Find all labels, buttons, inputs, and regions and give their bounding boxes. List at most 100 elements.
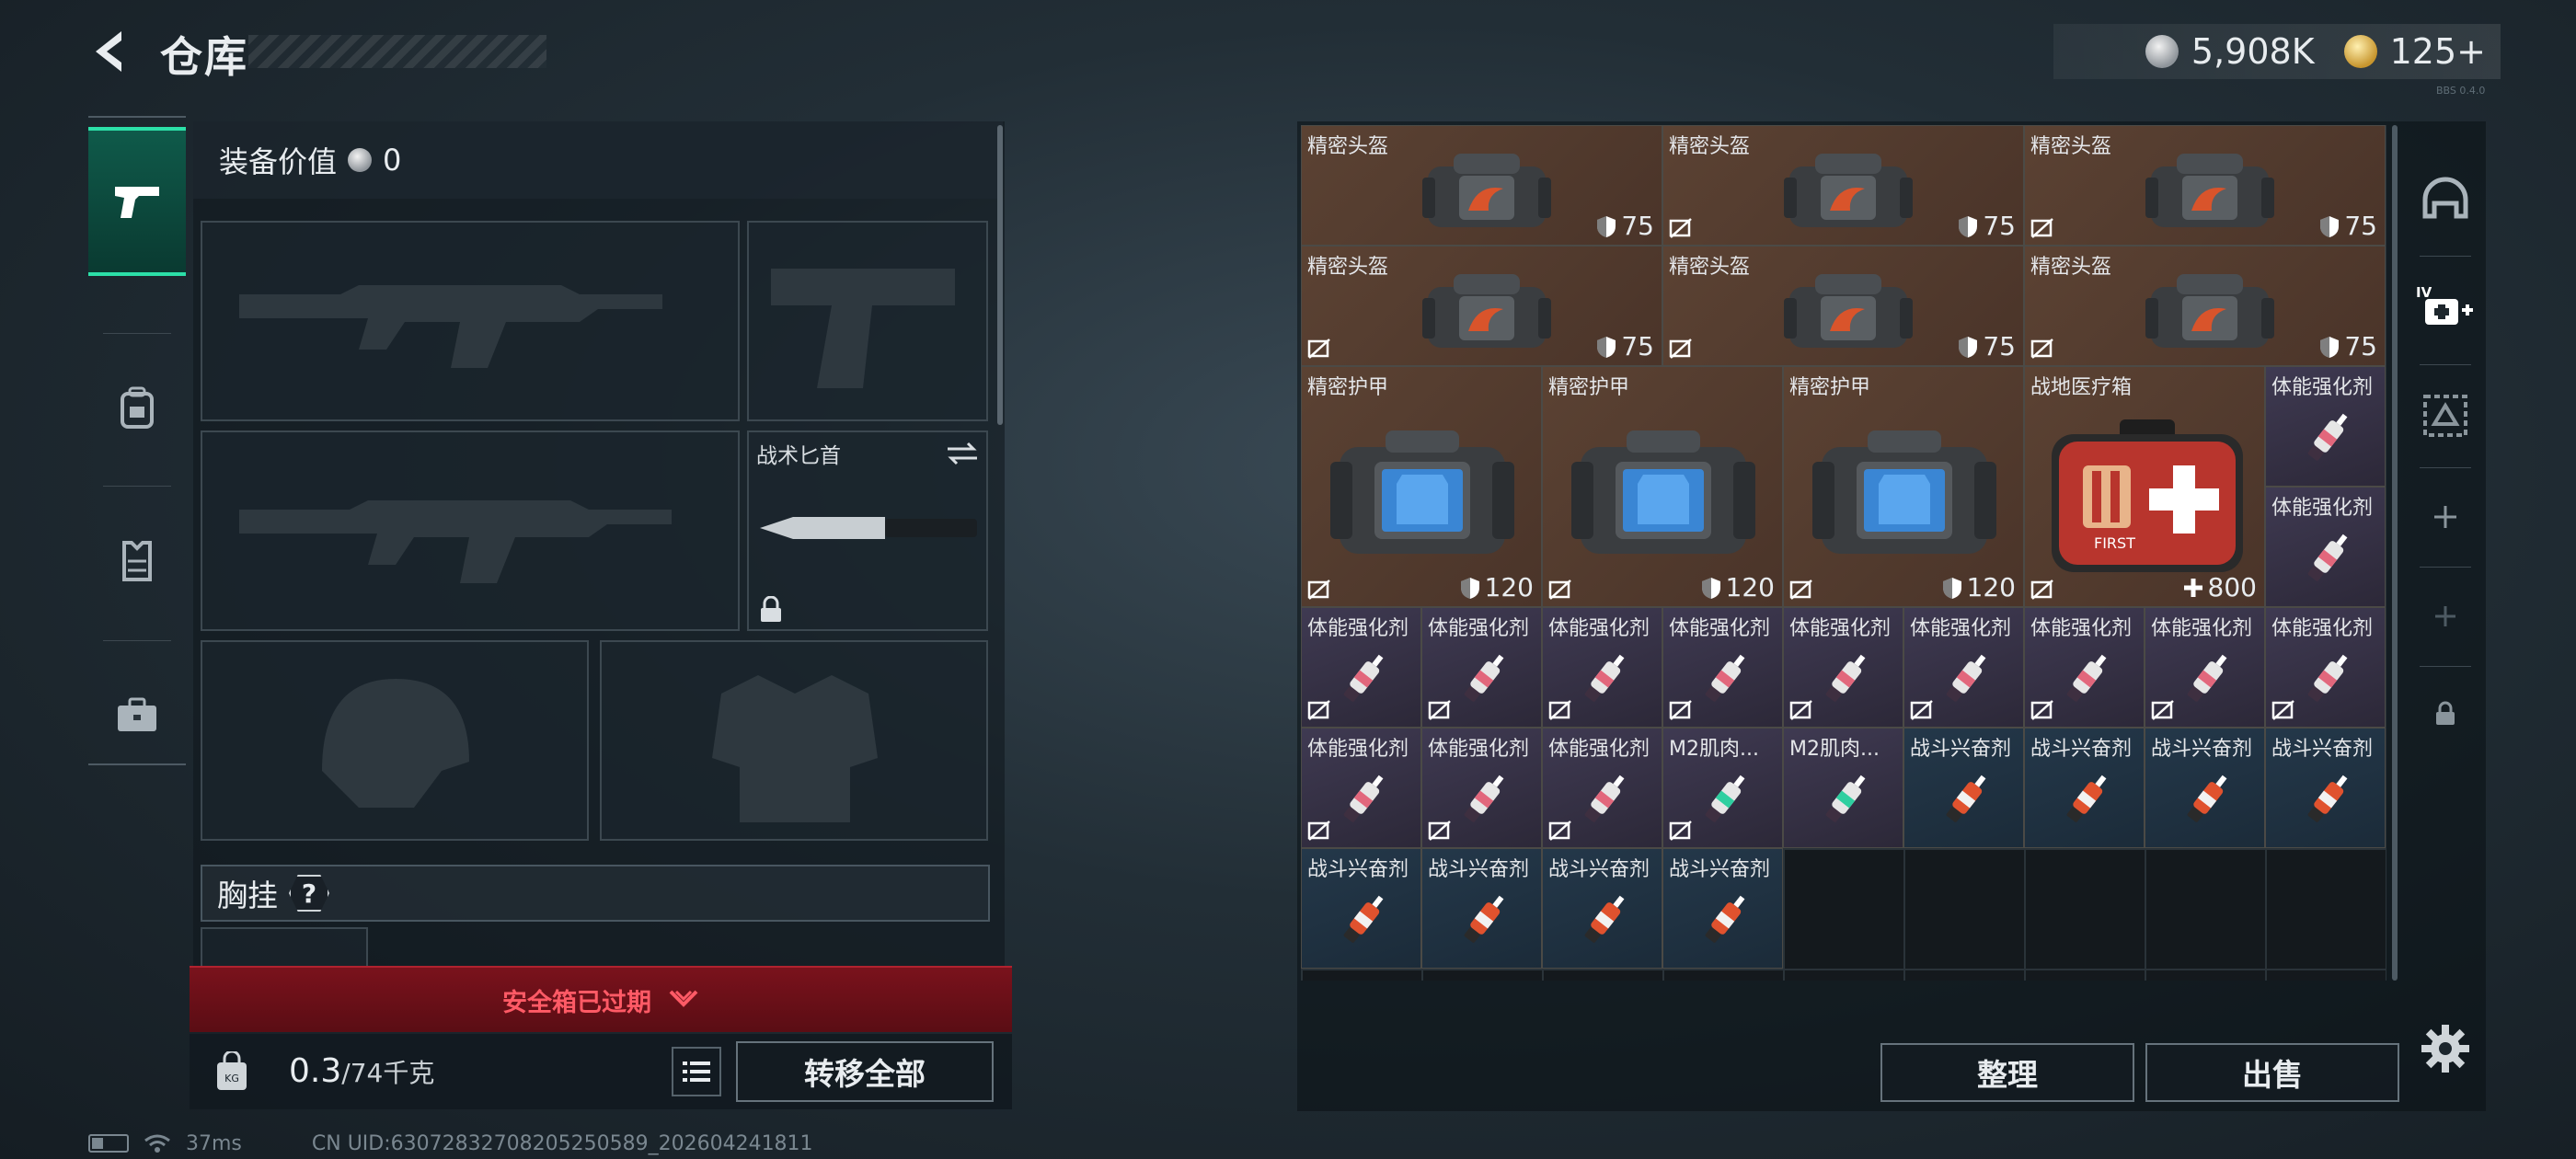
stash-item-stim[interactable]: 体能强化剂 xyxy=(2265,607,2386,728)
filter-helmet[interactable] xyxy=(2409,155,2482,243)
no-insurance-icon xyxy=(2030,580,2053,600)
left-category-bar xyxy=(88,116,186,765)
category-divider xyxy=(2420,467,2471,468)
stash-item-stim[interactable]: 体能强化剂 xyxy=(1542,728,1662,848)
locked-tab[interactable] xyxy=(2409,670,2482,758)
stash-item-medkit[interactable]: FIRST 战地医疗箱 800 xyxy=(2024,366,2265,607)
item-name: 战斗兴奋剂 xyxy=(2030,738,2133,761)
svg-text:KG: KG xyxy=(224,1073,239,1084)
stash-item-stim[interactable]: 体能强化剂 xyxy=(1903,607,2024,728)
add-tab-button-disabled[interactable] xyxy=(2409,572,2482,660)
help-icon[interactable]: ? xyxy=(289,875,329,912)
stash-item-combat[interactable]: 战斗兴奋剂 xyxy=(2145,728,2265,848)
stash-scrollbar[interactable] xyxy=(2392,125,2398,981)
item-name: 战斗兴奋剂 xyxy=(1307,858,1409,881)
weight-max: /74千克 xyxy=(341,1058,435,1088)
swap-icon[interactable] xyxy=(944,440,981,467)
add-tab-button[interactable] xyxy=(2409,473,2482,561)
item-name: 精密头盔 xyxy=(1307,135,1389,158)
no-insurance-icon xyxy=(1789,700,1812,720)
stash-item-combat[interactable]: 战斗兴奋剂 xyxy=(2265,728,2386,848)
stim-item-icon xyxy=(2307,534,2347,581)
stash-item-combat[interactable]: 战斗兴奋剂 xyxy=(1542,848,1662,969)
stash-item-stim[interactable]: 体能强化剂 xyxy=(1662,607,1783,728)
item-name: 体能强化剂 xyxy=(1669,617,1771,640)
category-weapons[interactable] xyxy=(88,127,186,276)
stash-item-combat[interactable]: 战斗兴奋剂 xyxy=(2024,728,2145,848)
item-name: 战斗兴奋剂 xyxy=(2151,738,2253,761)
item-name: 体能强化剂 xyxy=(2030,617,2133,640)
filter-medical[interactable]: IV xyxy=(2409,263,2482,351)
stash-item-combat[interactable]: 战斗兴奋剂 xyxy=(1421,848,1542,969)
stash-item-helmet[interactable]: 精密头盔 75 xyxy=(1662,125,2024,246)
weight-bag-icon: KG xyxy=(217,1051,247,1090)
stash-item-stim[interactable]: 体能强化剂 xyxy=(2265,487,2386,607)
item-stat: 120 xyxy=(1459,572,1534,602)
item-name: 战斗兴奋剂 xyxy=(1428,858,1530,881)
stash-item-helmet[interactable]: 精密头盔 75 xyxy=(1301,246,1662,366)
medkit-item-icon: FIRST xyxy=(2052,419,2243,572)
stash-item-stim[interactable]: 体能强化剂 xyxy=(1542,607,1662,728)
stim-item-icon xyxy=(1584,654,1624,702)
stim-item-icon xyxy=(1464,775,1503,822)
category-backpack[interactable] xyxy=(88,333,186,482)
knife-slot[interactable]: 战术匕首 xyxy=(747,430,988,631)
back-button[interactable] xyxy=(85,26,136,77)
primary-weapon-slot[interactable] xyxy=(201,221,740,421)
armor-slot[interactable] xyxy=(600,640,988,841)
stash-item-m2[interactable]: M2肌肉... xyxy=(1662,728,1783,848)
chest-rig-row[interactable]: 胸挂 ? xyxy=(201,865,990,922)
battery-icon xyxy=(88,1134,129,1153)
stash-item-stim[interactable]: 体能强化剂 xyxy=(1301,728,1421,848)
stash-item-stim[interactable]: 体能强化剂 xyxy=(1783,607,1903,728)
stash-item-m2[interactable]: M2肌肉... xyxy=(1783,728,1903,848)
helmet-slot[interactable] xyxy=(201,640,589,841)
settings-button[interactable] xyxy=(2418,1021,2473,1076)
filter-materials[interactable] xyxy=(2409,372,2482,460)
equipment-scrollbar[interactable] xyxy=(997,125,1003,425)
stash-item-combat[interactable]: 战斗兴奋剂 xyxy=(1301,848,1421,969)
m2-item-icon xyxy=(1825,775,1865,822)
stash-item-stim[interactable]: 体能强化剂 xyxy=(1421,728,1542,848)
stash-item-helmet[interactable]: 精密头盔 75 xyxy=(2024,125,2386,246)
stash-item-combat[interactable]: 战斗兴奋剂 xyxy=(1662,848,1783,969)
stash-item-stim[interactable]: 体能强化剂 xyxy=(2265,366,2386,487)
item-stat: 120 xyxy=(1941,572,2016,602)
sort-button[interactable]: 整理 xyxy=(1880,1043,2134,1102)
stim-item-icon xyxy=(1705,654,1744,702)
stash-item-stim[interactable]: 体能强化剂 xyxy=(1301,607,1421,728)
weight-indicator: KG xyxy=(190,1034,274,1109)
secondary-weapon-slot[interactable] xyxy=(201,430,740,631)
no-insurance-icon xyxy=(1669,700,1692,720)
stim-item-icon xyxy=(2187,654,2226,702)
sell-button[interactable]: 出售 xyxy=(2145,1043,2399,1102)
transfer-all-button[interactable]: 转移全部 xyxy=(736,1041,994,1102)
no-insurance-icon xyxy=(2271,700,2294,720)
helmet-category-icon xyxy=(2422,177,2468,219)
stash-item-armor[interactable]: 精密护甲 120 xyxy=(1783,366,2024,607)
stash-item-stim[interactable]: 体能强化剂 xyxy=(2145,607,2265,728)
gold-balance[interactable]: 125+ xyxy=(2390,31,2486,72)
stash-item-stim[interactable]: 体能强化剂 xyxy=(2024,607,2145,728)
weight-text: 0.3/74千克 xyxy=(289,1052,434,1090)
materials-icon xyxy=(2423,395,2467,437)
stash-item-helmet[interactable]: 精密头盔 75 xyxy=(2024,246,2386,366)
stash-item-combat[interactable]: 战斗兴奋剂 xyxy=(1903,728,2024,848)
stash-item-armor[interactable]: 精密护甲 120 xyxy=(1301,366,1542,607)
equipment-value-label: 装备价值 xyxy=(219,144,338,179)
stash-item-armor[interactable]: 精密护甲 120 xyxy=(1542,366,1783,607)
chest-rig-slot[interactable] xyxy=(201,927,368,971)
stash-item-helmet[interactable]: 精密头盔 75 xyxy=(1301,125,1662,246)
category-toolbox[interactable] xyxy=(88,640,186,789)
stash-item-stim[interactable]: 体能强化剂 xyxy=(1421,607,1542,728)
category-vest[interactable] xyxy=(88,486,186,635)
sidearm-slot[interactable] xyxy=(747,221,988,421)
stash-item-helmet[interactable]: 精密头盔 75 xyxy=(1662,246,2024,366)
armor-item-icon xyxy=(1571,430,1755,554)
combat-item-icon xyxy=(2066,775,2106,822)
no-insurance-icon xyxy=(1307,700,1330,720)
safebox-expired-banner[interactable]: 安全箱已过期 xyxy=(190,966,1012,1032)
category-divider xyxy=(2420,364,2471,365)
list-view-button[interactable] xyxy=(672,1047,721,1096)
no-insurance-icon xyxy=(1548,820,1571,841)
